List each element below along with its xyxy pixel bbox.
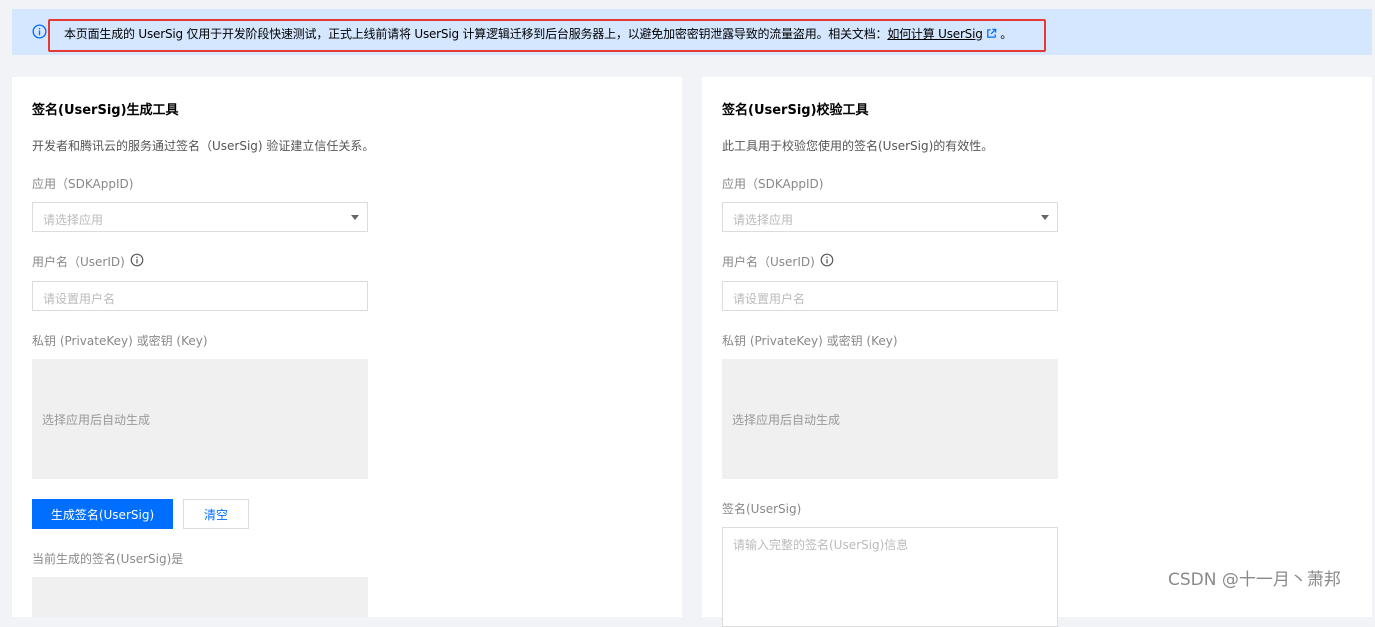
app-select[interactable]: 请选择应用 (32, 202, 368, 232)
user-input-placeholder: 请设置用户名 (43, 292, 116, 306)
key-placeholder: 选择应用后自动生成 (42, 413, 151, 427)
usersig-generator-card: 签名(UserSig)生成工具 开发者和腾讯云的服务通过签名（UserSig) … (12, 77, 682, 617)
sig-textarea[interactable]: 请输入完整的签名(UserSig)信息 (722, 527, 1058, 627)
app-select-placeholder: 请选择应用 (43, 213, 104, 227)
app-select[interactable]: 请选择应用 (722, 202, 1058, 232)
key-placeholder: 选择应用后自动生成 (732, 413, 841, 427)
external-link-icon (986, 28, 996, 38)
caret-down-icon (351, 215, 359, 220)
info-icon (32, 24, 47, 39)
result-label: 当前生成的签名(UserSig)是 (32, 552, 184, 566)
generator-description: 开发者和腾讯云的服务通过签名（UserSig) 验证建立信任关系。 (32, 139, 375, 153)
user-label: 用户名（UserID) (32, 255, 125, 269)
result-field (32, 577, 368, 617)
user-input-placeholder: 请设置用户名 (733, 292, 806, 306)
app-label: 应用（SDKAppID) (722, 177, 824, 191)
watermark: CSDN @十一月丶萧邦 (1168, 570, 1341, 590)
caret-down-icon (1041, 215, 1049, 220)
usersig-doc-link-label: 如何计算 UserSig (887, 27, 983, 41)
generate-button[interactable]: 生成签名(UserSig) (32, 499, 173, 529)
key-label: 私钥 (PrivateKey) 或密钥 (Key) (32, 334, 208, 348)
sig-placeholder: 请输入完整的签名(UserSig)信息 (733, 538, 909, 552)
user-label: 用户名（UserID) (722, 255, 815, 269)
usersig-doc-link[interactable]: 如何计算 UserSig (887, 27, 996, 41)
help-icon[interactable] (130, 253, 144, 267)
clear-button[interactable]: 清空 (183, 499, 249, 529)
notice-message: 本页面生成的 UserSig 仅用于开发阶段快速测试，正式上线前请将 UserS… (64, 27, 888, 41)
verifier-title: 签名(UserSig)校验工具 (722, 103, 869, 118)
verifier-description: 此工具用于校验您使用的签名(UserSig)的有效性。 (722, 139, 994, 153)
user-input[interactable]: 请设置用户名 (32, 281, 368, 311)
app-select-placeholder: 请选择应用 (733, 213, 794, 227)
sig-label: 签名(UserSig) (722, 502, 802, 516)
notice-suffix: 。 (1000, 27, 1013, 41)
usersig-verifier-card: 签名(UserSig)校验工具 此工具用于校验您使用的签名(UserSig)的有… (702, 77, 1372, 627)
user-input[interactable]: 请设置用户名 (722, 281, 1058, 311)
app-label: 应用（SDKAppID) (32, 177, 134, 191)
notice-text: 本页面生成的 UserSig 仅用于开发阶段快速测试，正式上线前请将 UserS… (64, 25, 1012, 42)
generator-title: 签名(UserSig)生成工具 (32, 103, 179, 118)
key-field: 选择应用后自动生成 (722, 359, 1058, 479)
notice-banner: 本页面生成的 UserSig 仅用于开发阶段快速测试，正式上线前请将 UserS… (12, 9, 1372, 55)
help-icon[interactable] (820, 253, 834, 267)
key-field: 选择应用后自动生成 (32, 359, 368, 479)
key-label: 私钥 (PrivateKey) 或密钥 (Key) (722, 334, 898, 348)
